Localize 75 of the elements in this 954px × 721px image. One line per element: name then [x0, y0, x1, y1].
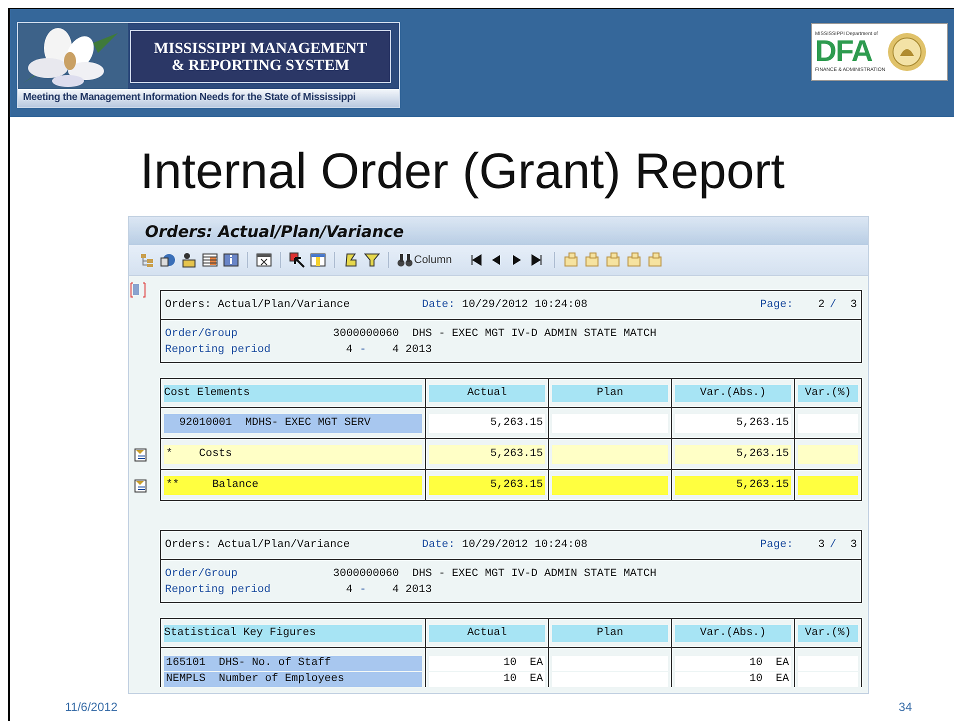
table-cell: NEMPLS Number of Employees — [164, 672, 422, 686]
period-to: 4 2013 — [392, 584, 432, 596]
cursor-icon[interactable] — [289, 252, 305, 268]
page-total: 3 — [850, 299, 857, 311]
period-dash: - — [360, 584, 366, 596]
window-title: Orders: Actual/Plan/Variance — [145, 222, 404, 240]
banner-title: MISSISSIPPI MANAGEMENT — [154, 40, 368, 56]
seal-icon — [887, 32, 928, 72]
table-cell: ** Balance — [164, 476, 422, 494]
filter-icon[interactable] — [364, 252, 380, 268]
period-from: 4 — [346, 584, 353, 596]
columns-icon[interactable] — [310, 252, 326, 268]
date-label: Date: — [422, 299, 456, 311]
table-cell: 92010001 MDHS- EXEC MGT SERV — [164, 414, 422, 432]
period-from: 4 — [346, 344, 353, 356]
page-number: 3 — [818, 539, 825, 551]
table-cell: 5,263.15 — [675, 476, 791, 494]
order-value: 3000000060 DHS - EXEC MGT IV-D ADMIN STATE MATCH — [333, 328, 656, 340]
period-label: Reporting period — [165, 584, 272, 596]
slide-number: 34 — [898, 700, 912, 714]
document-icon[interactable] — [256, 252, 272, 268]
tree-icon[interactable] — [139, 252, 155, 268]
page-number: 2 — [818, 299, 825, 311]
table-cell: * Costs — [164, 444, 422, 464]
table-cell — [798, 476, 858, 494]
date-value: 10/29/2012 10:24:08 — [462, 539, 588, 551]
report-title: Orders: Actual/Plan/Variance — [165, 299, 351, 311]
column-header: Var.(%) — [798, 624, 858, 642]
row-expand-icon[interactable] — [134, 448, 148, 462]
order-value: 3000000060 DHS - EXEC MGT IV-D ADMIN STATE MATCH — [333, 568, 656, 580]
column-header: Plan — [552, 384, 668, 402]
column-header: Var.(%) — [798, 384, 858, 402]
order-label: Order/Group — [165, 568, 239, 580]
report-title: Orders: Actual/Plan/Variance — [165, 539, 351, 551]
table-cell: 10 EA — [429, 656, 545, 670]
period-label: Reporting period — [165, 344, 272, 356]
column-header: Actual — [429, 624, 545, 642]
banner-title: & REPORTING SYSTEM — [172, 56, 350, 74]
page-separator: / — [830, 539, 836, 551]
info-icon[interactable] — [223, 252, 239, 268]
period-to: 4 2013 — [392, 344, 432, 356]
table-cell: 5,263.15 — [429, 444, 545, 464]
slide-title: Internal Order (Grant) Report — [140, 143, 785, 199]
column-header: Var.(Abs.) — [675, 624, 791, 642]
table-cell: 5,263.15 — [429, 414, 545, 432]
table-icon[interactable] — [202, 252, 218, 268]
table-cell: 10 EA — [675, 656, 791, 670]
banner-tagline: Meeting the Management Information Needs for the State of Mississippi — [18, 89, 399, 107]
logo-letters: DFA — [815, 37, 872, 67]
table-cell — [798, 444, 858, 464]
row-expand-icon[interactable] — [134, 478, 148, 492]
date-value: 10/29/2012 10:24:08 — [462, 299, 588, 311]
table-cell: 165101 DHS- No. of Staff — [164, 656, 422, 670]
table-cell: 10 EA — [429, 672, 545, 686]
person-icon[interactable] — [181, 252, 197, 268]
column-header: Statistical Key Figures — [164, 624, 422, 642]
page-total: 3 — [850, 539, 857, 551]
column-header: Cost Elements — [164, 384, 422, 402]
column-button[interactable]: Column — [397, 252, 462, 268]
order-label: Order/Group — [165, 328, 239, 340]
page-separator: / — [830, 299, 836, 311]
table-cell: 5,263.15 — [675, 414, 791, 432]
column-header: Actual — [429, 384, 545, 402]
footer-date: 11/6/2012 — [65, 700, 118, 714]
column-header: Plan — [552, 624, 668, 642]
page-label: Page: — [760, 299, 794, 311]
table-cell: 5,263.15 — [429, 476, 545, 494]
date-label: Date: — [422, 539, 456, 551]
table-cell: 5,263.15 — [675, 444, 791, 464]
page-label: Page: — [760, 539, 794, 551]
column-header: Var.(Abs.) — [675, 384, 791, 402]
selection-marker-icon — [130, 282, 146, 298]
period-dash: - — [360, 344, 366, 356]
binoculars-icon — [397, 252, 413, 268]
table-cell: 10 EA — [675, 672, 791, 686]
